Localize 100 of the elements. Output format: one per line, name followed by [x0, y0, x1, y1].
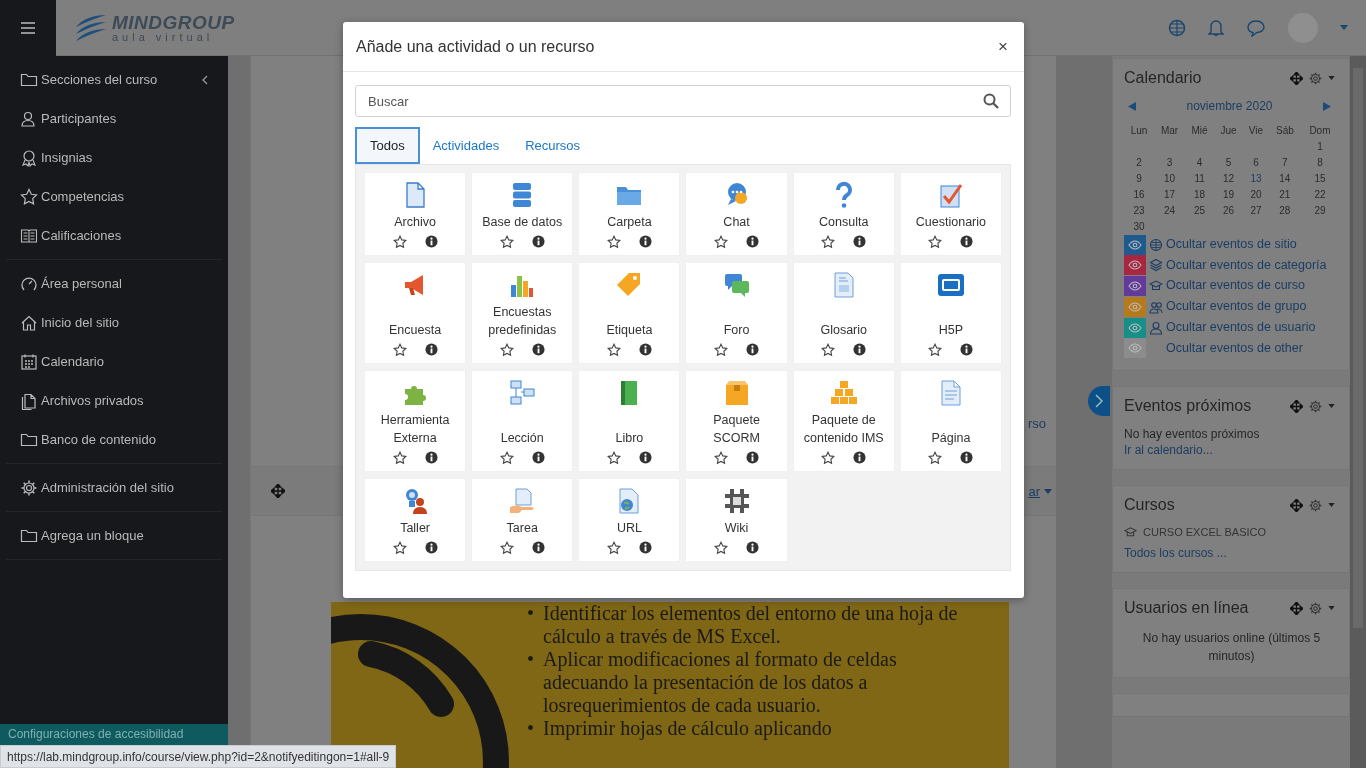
calendar-day[interactable]: 13	[1243, 170, 1269, 186]
caret-icon[interactable]	[1328, 76, 1335, 80]
star-icon[interactable]	[714, 235, 729, 249]
calendar-day[interactable]: 30	[1124, 218, 1155, 234]
star-icon[interactable]	[606, 451, 621, 465]
activity-tile[interactable]: Paquete de contenido IMS	[792, 370, 895, 472]
calendar-day[interactable]: 11	[1185, 170, 1215, 186]
calendar-day[interactable]: 7	[1268, 154, 1301, 170]
activity-tile[interactable]: Etiqueta	[578, 262, 681, 364]
sidebar-item[interactable]: Inicio del sitio	[6, 303, 222, 342]
star-icon[interactable]	[499, 235, 514, 249]
menu-button[interactable]	[0, 0, 56, 56]
move-icon[interactable]	[1290, 399, 1303, 413]
activity-tile[interactable]: Carpeta	[578, 172, 681, 256]
info-icon[interactable]	[531, 451, 545, 464]
activity-tile[interactable]: Archivo	[364, 172, 467, 256]
calendar-link[interactable]: Ir al calendario...	[1124, 443, 1213, 458]
event-filter-link[interactable]: Ocultar eventos de grupo	[1124, 296, 1339, 317]
calendar-day[interactable]: 10	[1154, 170, 1186, 186]
info-icon[interactable]	[531, 343, 545, 356]
calendar-day[interactable]: 14	[1268, 170, 1301, 186]
star-icon[interactable]	[392, 343, 407, 357]
globe-icon[interactable]	[1168, 18, 1186, 37]
star-icon[interactable]	[499, 343, 514, 357]
calendar-day[interactable]: 6	[1243, 154, 1269, 170]
info-icon[interactable]	[853, 235, 867, 248]
close-button[interactable]: ×	[994, 34, 1012, 59]
sidebar-item[interactable]: Banco de contenido	[6, 420, 222, 459]
activity-tile[interactable]: Herramienta Externa	[364, 370, 467, 472]
calendar-day[interactable]: 19	[1214, 186, 1244, 202]
sidebar-item[interactable]: Administración del sitio	[6, 468, 222, 507]
info-icon[interactable]	[424, 541, 438, 554]
activity-tile[interactable]: H5P	[899, 262, 1002, 364]
course-link[interactable]: CURSO EXCEL BASICO	[1124, 526, 1339, 539]
move-icon[interactable]	[1290, 601, 1303, 615]
calendar-day[interactable]: 3	[1154, 154, 1186, 170]
drawer-toggle-button[interactable]	[1088, 386, 1110, 416]
activity-tile[interactable]: Tarea	[471, 478, 574, 562]
gear-icon[interactable]	[1309, 399, 1322, 413]
info-icon[interactable]	[746, 343, 760, 356]
move-icon[interactable]	[271, 484, 285, 498]
info-icon[interactable]	[531, 541, 545, 554]
activity-tile[interactable]: URL	[578, 478, 681, 562]
star-icon[interactable]	[499, 451, 514, 465]
info-icon[interactable]	[960, 235, 974, 248]
calendar-day[interactable]: 24	[1154, 202, 1186, 218]
caret-icon[interactable]	[1328, 404, 1335, 409]
info-icon[interactable]	[853, 451, 867, 464]
star-icon[interactable]	[606, 541, 621, 555]
info-icon[interactable]	[531, 235, 545, 248]
sidebar-item[interactable]: Participantes	[6, 99, 222, 138]
event-filter-link[interactable]: Ocultar eventos de categoría	[1124, 254, 1339, 276]
calendar-day[interactable]: 15	[1300, 170, 1339, 186]
activity-tile[interactable]: Glosario	[792, 262, 895, 364]
activity-tile[interactable]: Encuestas predefinidas	[471, 262, 574, 364]
info-icon[interactable]	[853, 343, 867, 356]
star-icon[interactable]	[821, 235, 836, 249]
menu-link[interactable]: ar	[1028, 483, 1052, 499]
activity-tile[interactable]: Chat	[685, 172, 788, 256]
tab[interactable]: Recursos	[512, 127, 594, 164]
star-icon[interactable]	[499, 541, 514, 555]
activity-tile[interactable]: Encuesta	[364, 262, 467, 364]
activity-tile[interactable]: Paquete SCORM	[685, 370, 788, 472]
event-filter-link[interactable]: Ocultar eventos de other	[1124, 337, 1339, 359]
calendar-day[interactable]: 26	[1214, 202, 1244, 218]
calendar-day[interactable]: 28	[1268, 202, 1301, 218]
info-icon[interactable]	[638, 343, 652, 356]
info-icon[interactable]	[746, 235, 760, 248]
sidebar-item[interactable]: Archivos privados	[6, 381, 222, 420]
event-filter-link[interactable]: Ocultar eventos de sitio	[1124, 234, 1339, 255]
scrollbar[interactable]	[1350, 56, 1366, 768]
info-icon[interactable]	[424, 235, 438, 248]
caret-icon[interactable]	[1340, 25, 1348, 30]
activity-tile[interactable]: Página	[899, 370, 1002, 472]
search-icon[interactable]	[983, 93, 999, 109]
calendar-day[interactable]: 22	[1300, 186, 1339, 202]
info-icon[interactable]	[638, 451, 652, 464]
move-icon[interactable]	[1290, 71, 1303, 85]
info-icon[interactable]	[960, 343, 974, 356]
star-icon[interactable]	[821, 343, 836, 357]
activity-tile[interactable]: Foro	[685, 262, 788, 364]
sidebar-item[interactable]: Calendario	[6, 342, 222, 381]
star-icon[interactable]	[606, 235, 621, 249]
gear-icon[interactable]	[1309, 601, 1322, 615]
sidebar-item[interactable]: Secciones del curso	[6, 60, 222, 99]
star-icon[interactable]	[392, 451, 407, 465]
activity-tile[interactable]: Consulta	[792, 172, 895, 256]
activity-tile[interactable]: Libro	[578, 370, 681, 472]
info-icon[interactable]	[638, 541, 652, 554]
calendar-day[interactable]: 20	[1243, 186, 1269, 202]
info-icon[interactable]	[424, 451, 438, 464]
event-filter-link[interactable]: Ocultar eventos de curso	[1124, 275, 1339, 297]
calendar-day[interactable]: 8	[1300, 154, 1339, 170]
calendar-day[interactable]: 16	[1124, 186, 1155, 202]
sidebar-item[interactable]: Área personal	[6, 264, 222, 303]
calendar-day[interactable]: 18	[1185, 186, 1215, 202]
calendar-day[interactable]: 21	[1268, 186, 1301, 202]
search-field[interactable]: Buscar	[355, 85, 1011, 117]
sidebar-item[interactable]: Competencias	[6, 177, 222, 216]
calendar-day[interactable]: 9	[1124, 170, 1155, 186]
